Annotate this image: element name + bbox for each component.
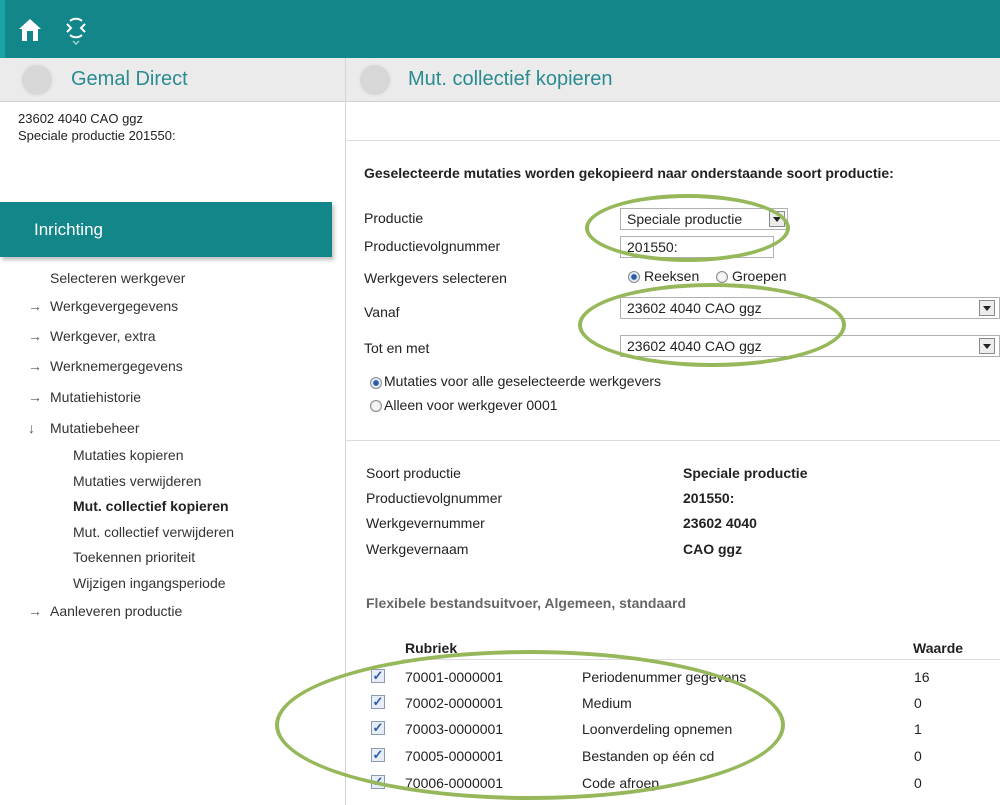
productie-label: Productie	[364, 210, 424, 226]
arrow-right-icon: →	[28, 328, 42, 344]
dropdown-arrow-icon	[979, 338, 995, 354]
sync-icon[interactable]	[64, 15, 88, 46]
radio-groepen-label: Groepen	[732, 268, 787, 284]
summary-label: Werkgevernummer	[366, 515, 485, 531]
sidebar-item-selecteren-werkgever[interactable]: Selecteren werkgever	[50, 270, 185, 286]
sidebar-subitem-mutaties-kopieren[interactable]: Mutaties kopieren	[73, 447, 184, 463]
sidebar-subitem-toekennen-prioriteit[interactable]: Toekennen prioriteit	[73, 549, 195, 565]
module-logo-icon	[358, 63, 392, 97]
left-panel-header: Gemal Direct	[0, 58, 345, 102]
summary-label: Productievolgnummer	[366, 490, 503, 506]
row-value: 0	[914, 748, 922, 764]
sidebar-item-werknemergegevens[interactable]: → Werknemergegevens	[28, 358, 183, 374]
divider-line	[346, 140, 1000, 141]
context-employer: 23602 4040 CAO ggz	[18, 111, 144, 126]
sidebar-item-werkgevergegevens[interactable]: → Werkgevergegevens	[28, 298, 178, 314]
highlight-oval-productie	[585, 194, 790, 262]
sidebar-item-mutatiehistorie[interactable]: → Mutatiehistorie	[28, 389, 141, 405]
top-bar	[0, 0, 1000, 58]
dropdown-arrow-icon	[979, 300, 995, 316]
row-value: 0	[914, 775, 922, 791]
row-value: 1	[914, 721, 922, 737]
tot-en-met-label: Tot en met	[364, 340, 430, 356]
arrow-right-icon: →	[28, 603, 42, 619]
table-title: Flexibele bestandsuitvoer, Algemeen, sta…	[366, 595, 687, 611]
context-production: Speciale productie 201550:	[18, 128, 176, 143]
radio-groepen[interactable]	[716, 271, 728, 283]
productievolgnummer-label: Productievolgnummer	[364, 238, 501, 254]
vanaf-label: Vanaf	[364, 304, 400, 320]
radio-alle-werkgevers-label: Mutaties voor alle geselecteerde werkgev…	[384, 373, 662, 389]
sidebar-subitem-mutaties-verwijderen[interactable]: Mutaties verwijderen	[73, 473, 201, 489]
sidebar-item-aanleveren-productie[interactable]: → Aanleveren productie	[28, 603, 182, 619]
radio-alle-werkgevers[interactable]	[370, 377, 382, 389]
arrow-down-icon: ↓	[28, 420, 35, 436]
divider-line	[346, 440, 1000, 441]
summary-value: Speciale productie	[683, 465, 808, 481]
radio-alleen-werkgever-label: Alleen voor werkgever 0001	[384, 397, 558, 413]
summary-value: CAO ggz	[683, 541, 743, 557]
radio-alleen-werkgever[interactable]	[370, 400, 382, 412]
left-panel-title: Gemal Direct	[71, 68, 188, 90]
row-value: 0	[914, 695, 922, 711]
summary-label: Werkgevernaam	[366, 541, 469, 557]
arrow-right-icon: →	[28, 358, 42, 374]
sidebar-subitem-wijzigen-ingangsperiode[interactable]: Wijzigen ingangsperiode	[73, 575, 226, 591]
row-value: 16	[914, 669, 930, 685]
section-inrichting[interactable]: Inrichting	[0, 202, 332, 257]
arrow-right-icon: →	[28, 389, 42, 405]
sidebar-item-werkgever-extra[interactable]: → Werkgever, extra	[28, 328, 156, 344]
radio-reeksen[interactable]	[628, 271, 640, 283]
home-icon[interactable]	[18, 17, 42, 43]
sidebar-subitem-mut-collectief-verwijderen[interactable]: Mut. collectief verwijderen	[73, 524, 234, 540]
summary-value: 23602 4040	[683, 515, 757, 531]
sidebar-subitem-mut-collectief-kopieren[interactable]: Mut. collectief kopieren	[73, 498, 229, 514]
copy-instruction: Geselecteerde mutaties worden gekopieerd…	[364, 165, 894, 181]
summary-value: 201550:	[683, 490, 735, 506]
section-inrichting-label: Inrichting	[34, 220, 103, 239]
highlight-oval-rubrieken	[275, 650, 785, 800]
gemal-logo-icon	[20, 63, 54, 97]
page-title: Mut. collectief kopieren	[408, 68, 613, 90]
werkgevers-selecteren-label: Werkgevers selecteren	[364, 270, 507, 286]
arrow-right-icon: →	[28, 298, 42, 314]
col-header-waarde: Waarde	[913, 640, 964, 656]
right-panel-header: Mut. collectief kopieren	[345, 58, 1000, 102]
highlight-oval-werkgevers	[578, 283, 846, 367]
radio-reeksen-label: Reeksen	[644, 268, 700, 284]
summary-label: Soort productie	[366, 465, 461, 481]
sidebar-item-mutatiebeheer[interactable]: ↓ Mutatiebeheer	[28, 420, 140, 436]
